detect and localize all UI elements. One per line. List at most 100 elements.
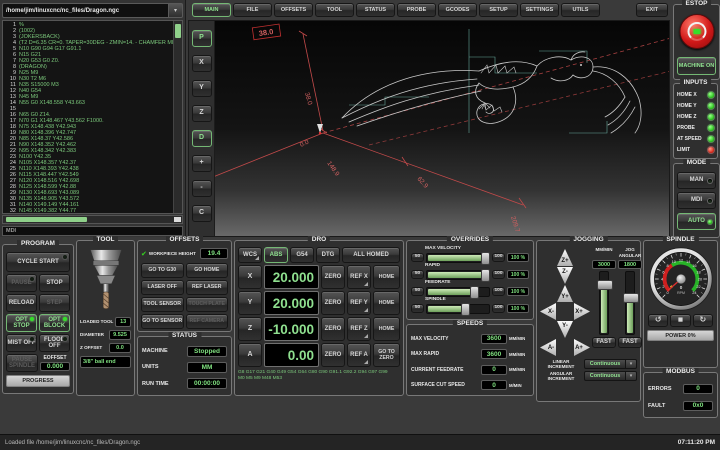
graphics-toolbar-button[interactable]: X xyxy=(192,55,212,72)
zero-x-button[interactable]: ZERO xyxy=(321,265,345,289)
menu-tab[interactable]: UTILS xyxy=(561,3,600,17)
menu-tab[interactable]: FILE xyxy=(233,3,272,17)
g54-button[interactable]: G54 xyxy=(290,247,314,263)
slider-handle[interactable] xyxy=(470,286,479,299)
graphics-toolbar-button[interactable]: - xyxy=(192,180,212,197)
touch-plate-button[interactable]: TOUCH PLATE xyxy=(186,297,229,312)
jog-z-plus-button[interactable]: Z+ xyxy=(557,249,573,266)
machine-on-button[interactable]: MACHINE ON xyxy=(677,57,716,75)
rapid-slider[interactable] xyxy=(426,270,490,280)
jog-a-plus-button[interactable]: A+ xyxy=(574,339,590,356)
go-home-button[interactable]: GO HOME xyxy=(186,263,229,278)
max-velocity-min-button[interactable]: 50 xyxy=(411,253,424,262)
goto-sensor-button[interactable]: GO TO SENSOR xyxy=(141,314,184,329)
reload-button[interactable]: RELOAD xyxy=(6,294,37,312)
spindle-min-button[interactable]: 50 xyxy=(411,304,424,313)
menu-tab[interactable]: TOOL xyxy=(315,3,354,17)
file-dropdown-button[interactable]: ▾ xyxy=(169,3,183,18)
laser-button[interactable]: LASER OFF xyxy=(141,280,184,295)
graphics-toolbar-button[interactable]: D xyxy=(192,130,212,147)
home-x-button[interactable]: HOME xyxy=(373,265,400,289)
linear-jog-slider[interactable] xyxy=(599,271,609,335)
zero-z-button[interactable]: ZERO xyxy=(321,317,345,341)
angular-fast-button[interactable]: FAST xyxy=(618,337,642,348)
step-button[interactable]: STEP xyxy=(39,294,70,312)
mdi-input[interactable]: MDI xyxy=(2,226,183,236)
menu-tab[interactable]: OFFSETS xyxy=(274,3,313,17)
slider-handle[interactable] xyxy=(481,269,490,282)
zero-y-button[interactable]: ZERO xyxy=(321,291,345,315)
linear-increment-combo[interactable]: Continuous ▾ xyxy=(584,359,637,369)
ref-a-button[interactable]: REF A xyxy=(347,343,371,367)
chevron-down-icon[interactable]: ▾ xyxy=(626,359,637,369)
tool-sensor-button[interactable]: TOOL SENSOR xyxy=(141,297,184,312)
angular-jog-slider[interactable] xyxy=(625,271,635,335)
graphics-toolbar-button[interactable]: Z xyxy=(192,105,212,122)
opt-stop-button[interactable]: OPT STOP xyxy=(6,314,37,332)
wcs-button[interactable]: WCS xyxy=(238,247,262,263)
jog-y-minus-button[interactable]: Y- xyxy=(557,321,573,338)
jog-z-minus-button[interactable]: Z- xyxy=(557,267,573,284)
axis-x-button[interactable]: X xyxy=(238,265,262,289)
gcode-hscrollbar[interactable] xyxy=(2,215,183,224)
mist-button[interactable]: MIST OFF xyxy=(6,334,37,352)
axis-y-button[interactable]: Y xyxy=(238,291,262,315)
rapid-min-button[interactable]: 50 xyxy=(411,270,424,279)
gcode-list[interactable]: %(1002)(JOKERSBACK)(T2 D=6.35 CR=0. TAPE… xyxy=(3,21,173,213)
backplot-view[interactable]: 38.0 38.0 0.0 148.9 62.9 209.7 PXYZD+-C xyxy=(188,20,670,237)
gcode-file-path[interactable]: /home/jim/linuxcnc/nc_files/Dragon.ngc xyxy=(2,3,169,18)
mode-mdi-button[interactable]: MDI xyxy=(677,192,716,209)
spindle-stop-button[interactable]: ■ xyxy=(670,314,690,327)
jog-y-plus-button[interactable]: Y+ xyxy=(557,285,573,302)
graphics-toolbar-button[interactable]: C xyxy=(192,205,212,222)
max-velocity-slider[interactable] xyxy=(426,253,490,263)
cycle-start-button[interactable]: CYCLE START xyxy=(6,252,70,272)
menu-tab[interactable]: STATUS xyxy=(356,3,395,17)
estop-button[interactable] xyxy=(679,14,714,49)
slider-handle[interactable] xyxy=(461,303,470,316)
chevron-down-icon[interactable]: ▾ xyxy=(626,371,637,381)
exit-button[interactable]: EXIT xyxy=(636,3,668,17)
menu-tab[interactable]: GCODES xyxy=(438,3,477,17)
ref-laser-button[interactable]: REF LASER xyxy=(186,280,229,295)
jog-a-minus-button[interactable]: A- xyxy=(540,339,556,356)
axis-a-button[interactable]: A xyxy=(238,343,262,367)
ref-camera-button[interactable]: REF CAMERA xyxy=(186,314,229,329)
jog-x-minus-button[interactable]: X- xyxy=(540,303,556,320)
gcode-line[interactable]: N145 X149.382 Y44.77 xyxy=(3,208,173,213)
dtg-button[interactable]: DTG xyxy=(316,247,340,263)
zero-a-button[interactable]: ZERO xyxy=(321,343,345,367)
stop-button[interactable]: STOP xyxy=(39,274,70,292)
pause-spindle-button[interactable]: PAUSE SPINDLE xyxy=(6,354,38,372)
ref-y-button[interactable]: REF Y xyxy=(347,291,371,315)
spindle-max-button[interactable]: 100 xyxy=(492,304,505,313)
menu-tab[interactable]: PROBE xyxy=(397,3,436,17)
slider-handle[interactable] xyxy=(481,252,490,265)
max-velocity-max-button[interactable]: 100 xyxy=(492,253,505,262)
menu-tab[interactable]: SETUP xyxy=(479,3,518,17)
slider-handle[interactable] xyxy=(597,280,613,290)
flood-button[interactable]: FLOOD OFF xyxy=(39,334,70,352)
ref-z-button[interactable]: REF Z xyxy=(347,317,371,341)
opt-block-button[interactable]: OPT BLOCK xyxy=(39,314,70,332)
axis-z-button[interactable]: Z xyxy=(238,317,262,341)
home-z-button[interactable]: HOME xyxy=(373,317,400,341)
home-y-button[interactable]: HOME xyxy=(373,291,400,315)
mode-man-button[interactable]: MAN xyxy=(677,172,716,189)
mode-auto-button[interactable]: AUTO xyxy=(677,213,716,230)
goto-g30-button[interactable]: GO TO G30 xyxy=(141,263,184,278)
slider-handle[interactable] xyxy=(623,293,639,303)
menu-tab[interactable]: SETTINGS xyxy=(520,3,559,17)
graphics-toolbar-button[interactable]: P xyxy=(192,30,212,47)
hscroll-thumb[interactable] xyxy=(6,217,87,222)
feedrate-min-button[interactable]: 50 xyxy=(411,287,424,296)
graphics-toolbar-button[interactable]: Y xyxy=(192,80,212,97)
angular-increment-combo[interactable]: Continuous ▾ xyxy=(584,371,637,381)
linear-fast-button[interactable]: FAST xyxy=(592,337,616,348)
menu-tab[interactable]: MAIN xyxy=(192,3,231,17)
feedrate-max-button[interactable]: 100 xyxy=(492,287,505,296)
graphics-toolbar-button[interactable]: + xyxy=(192,155,212,172)
all-homed-button[interactable]: ALL HOMED xyxy=(342,247,400,263)
vscroll-thumb[interactable] xyxy=(175,24,181,38)
ref-x-button[interactable]: REF X xyxy=(347,265,371,289)
